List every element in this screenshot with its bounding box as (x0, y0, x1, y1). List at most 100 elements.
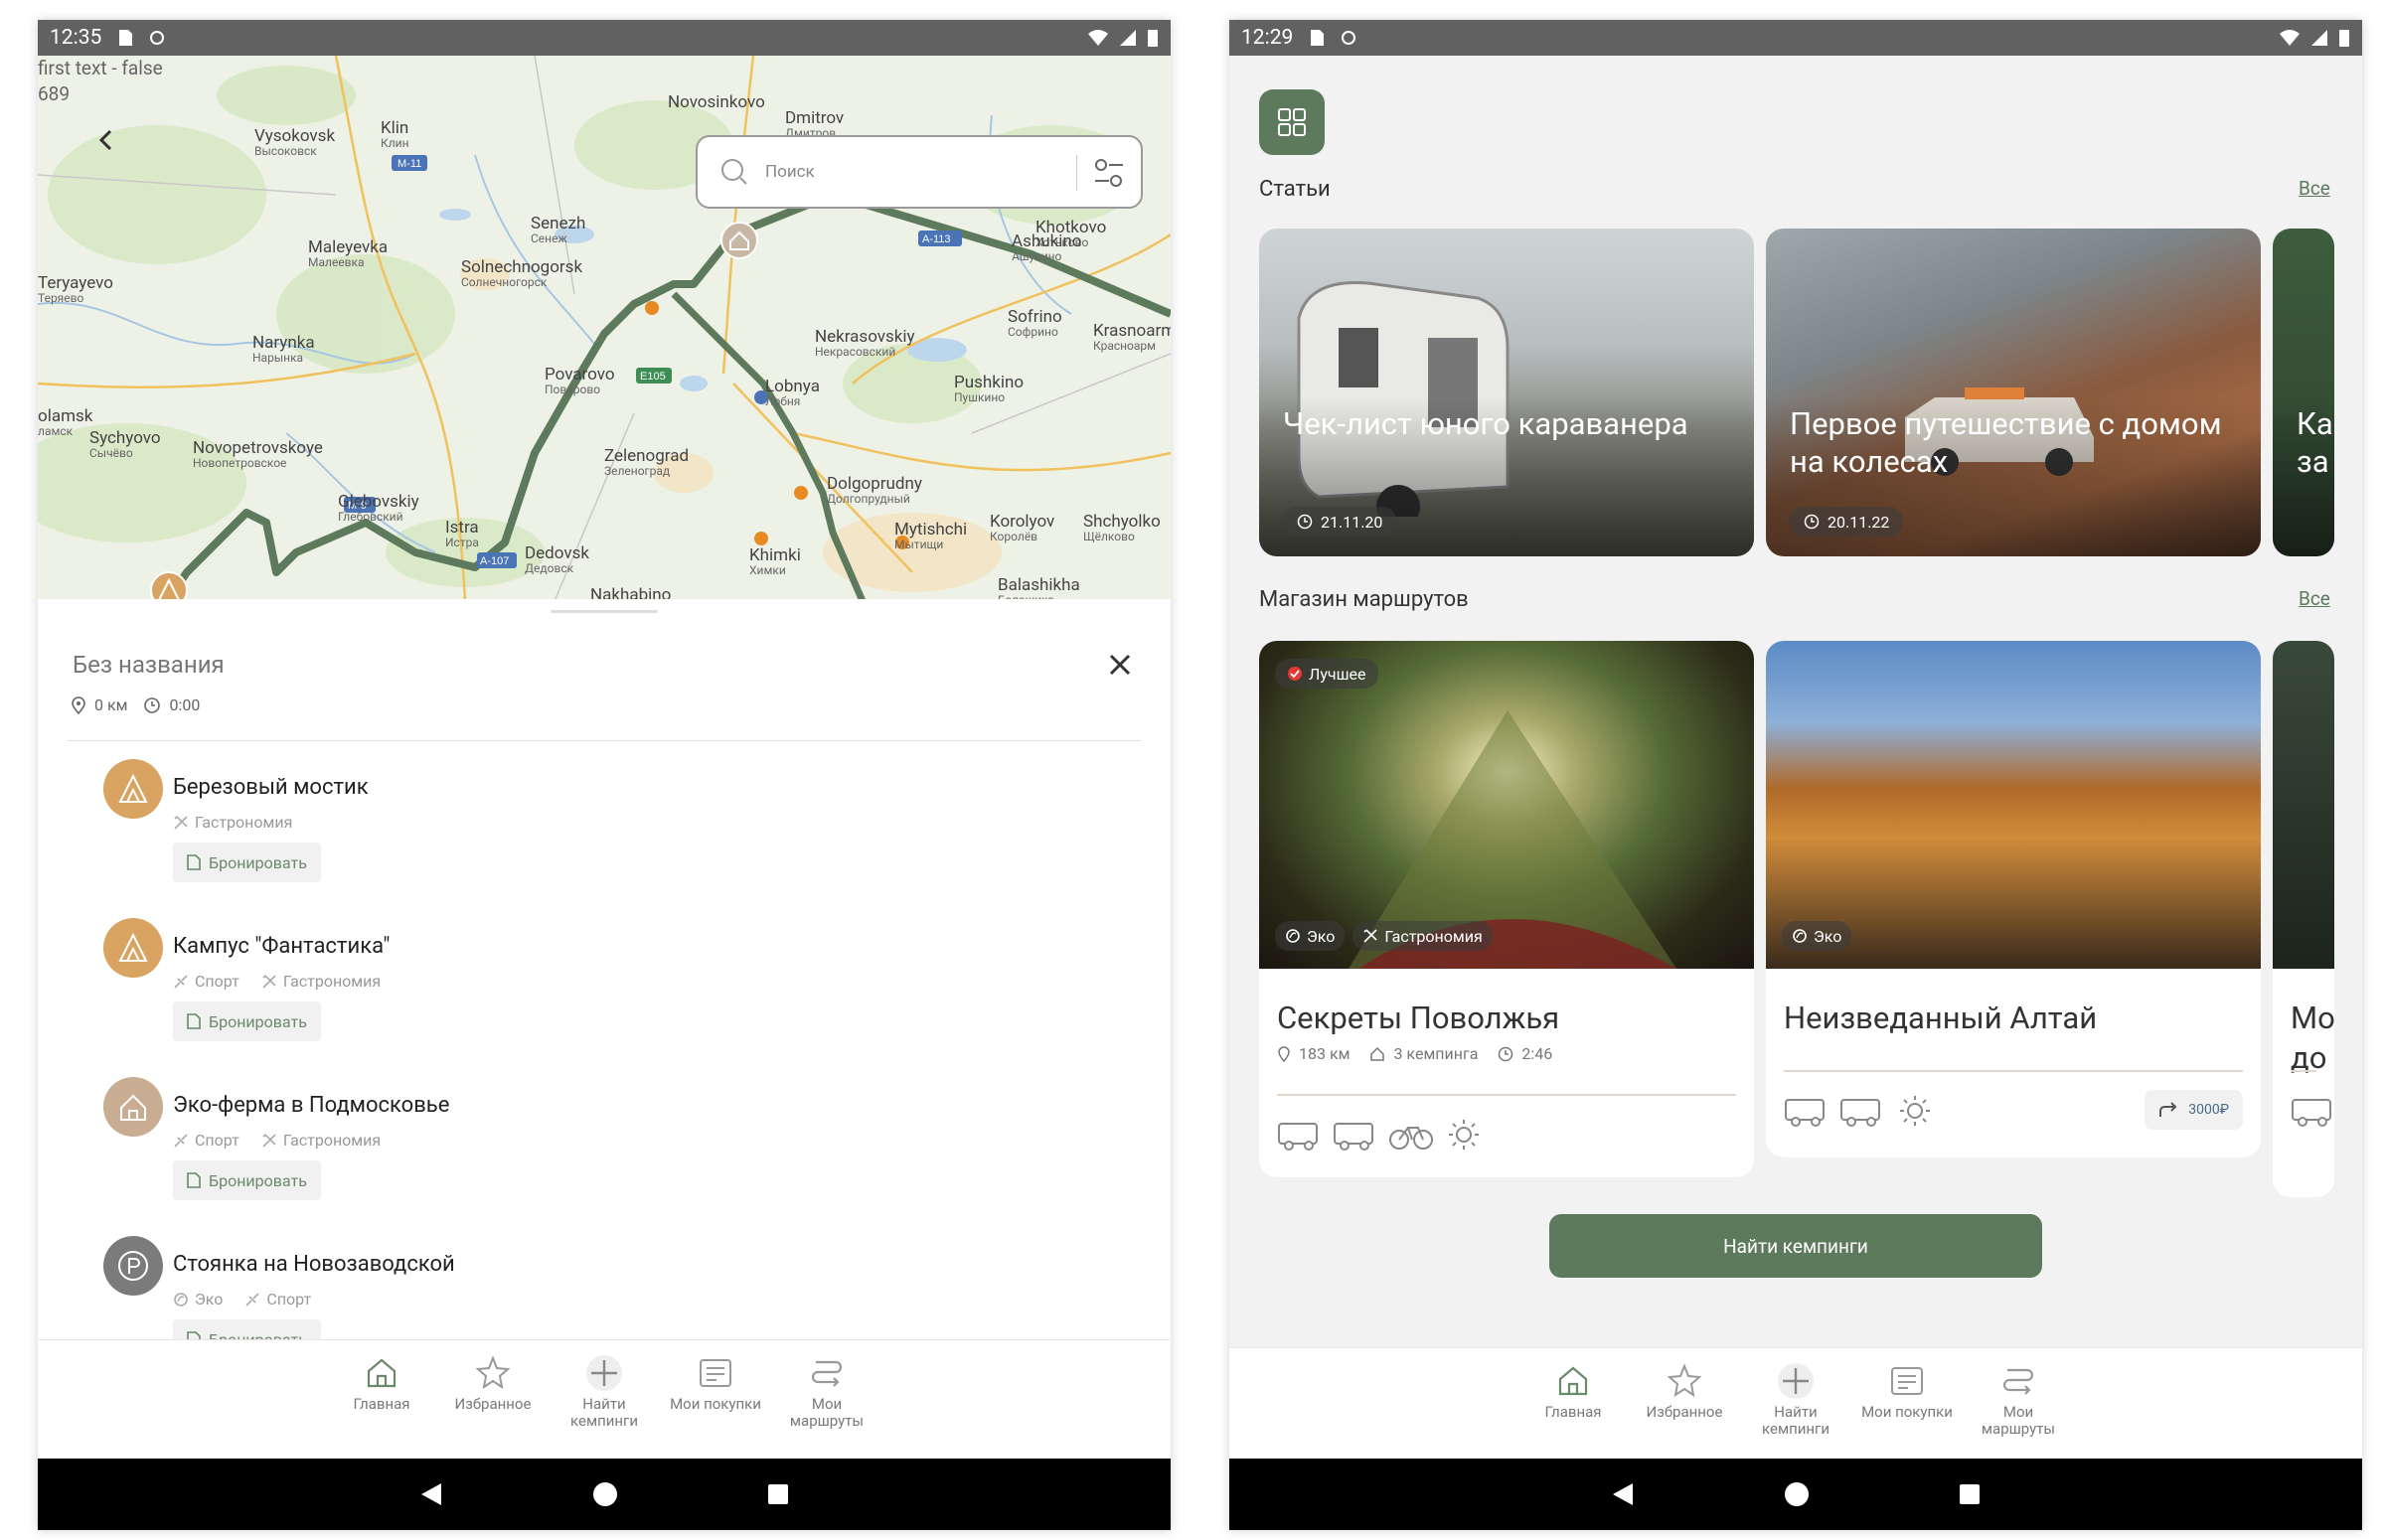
tab-label: Главная (353, 1395, 410, 1413)
shop-all-link[interactable]: Все (2299, 587, 2330, 610)
sheet-top (38, 599, 1171, 607)
route-tags: Эко (1782, 921, 1852, 951)
pin-icon (1277, 1045, 1291, 1062)
map-label-text: Mytishchi (894, 520, 968, 539)
tab-favorites[interactable]: Избранное (1639, 1362, 1730, 1459)
map-view[interactable]: M-11 A-113 E105 M-9 A-107 first text - f… (38, 56, 1171, 601)
home-circle-icon[interactable] (592, 1481, 618, 1507)
map-label: Narynka Нарынка (252, 334, 315, 365)
tab-label: Мои маршруты (1981, 1403, 2056, 1438)
map-label-local: Королёв (990, 530, 1038, 543)
tab-purchases[interactable]: Мои покупки (670, 1354, 761, 1459)
article-title: Первое путешествие с домом на колесах (1790, 405, 2222, 480)
articles-all-link[interactable]: Все (2299, 177, 2330, 200)
tab-home[interactable]: Главная (336, 1354, 427, 1459)
tab-my-routes[interactable]: Мои маршруты (781, 1354, 873, 1459)
home-circle-icon[interactable] (1784, 1481, 1810, 1507)
map-label-text: Lobnya (765, 377, 820, 396)
tag-icon (261, 1133, 277, 1149)
map-label-text: Korolyov (990, 512, 1055, 532)
book-button[interactable]: Бронировать (173, 843, 321, 882)
place-name: Березовый мостик (173, 775, 369, 800)
map-label-text: Sychyovo (89, 428, 161, 448)
tag-label: Спорт (195, 972, 239, 991)
route-card[interactable]: Мо до (2273, 641, 2334, 1197)
route-card[interactable]: Лучшее Эко Гастрономия Секреты Поволжья 183 … (1259, 641, 1754, 1177)
sheet-drag-handle[interactable] (551, 610, 658, 613)
map-label: olamsk ламск (38, 407, 92, 438)
document-icon (187, 854, 201, 870)
search-icon (721, 159, 747, 185)
route-meta: 183 км 3 кемпинга 2:46 (1277, 1044, 1552, 1063)
book-button[interactable]: Бронировать (173, 1160, 321, 1200)
route-divider (1784, 1070, 2243, 1072)
wifi-icon (1088, 30, 1108, 46)
route-time: 2:46 (1521, 1044, 1553, 1063)
tag-icon (173, 1292, 189, 1308)
bottom-tab-bar: Главная Избранное Найти кемпинги Мои покупк… (1229, 1347, 2362, 1459)
tag-label: Эко (1814, 926, 1842, 946)
map-label-local: Сенеж (531, 231, 567, 245)
map-label-local: ламск (38, 424, 74, 438)
close-icon[interactable] (1109, 654, 1131, 680)
map-pin-house-icon[interactable] (719, 221, 759, 264)
sd-card-icon (1309, 29, 1325, 47)
search-field[interactable]: Поиск (696, 135, 1143, 209)
tag-icon (244, 1292, 260, 1308)
filter-icon[interactable] (1093, 157, 1125, 194)
map-label: Senezh Сенеж (531, 215, 585, 245)
tag-icon (173, 1133, 189, 1149)
map-label-text: Shchyolko (1083, 512, 1161, 532)
tab-label: Мои покупки (670, 1395, 761, 1413)
tab-find-campings[interactable]: Найти кемпинги (1750, 1362, 1841, 1459)
article-title: Ка за (2297, 405, 2333, 480)
app-menu-button[interactable] (1259, 89, 1325, 155)
tab-find-campings[interactable]: Найти кемпинги (558, 1354, 650, 1459)
place-list: Березовый мостик Гастрономия Бронировать Ка… (66, 757, 1139, 1345)
article-card[interactable]: Чек-лист юного караванера 21.11.20 (1259, 229, 1754, 556)
clock-icon (1498, 1046, 1513, 1062)
map-label-local: Дедовск (525, 561, 574, 575)
article-card[interactable]: Первое путешествие с домом на колесах 20.… (1766, 229, 2261, 556)
route-card[interactable]: Эко Неизведанный Алтай 3000₽ (1766, 641, 2261, 1157)
receipt-icon (1888, 1362, 1926, 1404)
map-label-text: Sofrino (1008, 307, 1062, 327)
back-button[interactable] (81, 115, 131, 165)
back-triangle-icon[interactable] (1611, 1481, 1635, 1507)
list-item: Березовый мостик Гастрономия Бронировать (66, 757, 1139, 916)
tab-label: Мои покупки (1861, 1403, 1953, 1421)
caravan-icon (1839, 1094, 1885, 1128)
tab-label: Найти кемпинги (570, 1395, 638, 1430)
route-camps: 3 кемпинга (1393, 1044, 1479, 1063)
tent-illustration (1349, 710, 1676, 969)
route-tag: Эко (1275, 921, 1346, 951)
map-label-local: Лобня (765, 394, 801, 408)
clock-icon (1297, 514, 1313, 530)
route-distance: 0 км (94, 695, 128, 714)
tab-favorites[interactable]: Избранное (447, 1354, 539, 1459)
back-triangle-icon[interactable] (419, 1481, 443, 1507)
tab-label: Главная (1544, 1403, 1602, 1421)
route-title: Мо до (2291, 1000, 2334, 1076)
tag-label: Эко (195, 1290, 224, 1309)
map-label-text: Dedovsk (525, 543, 589, 563)
clock-icon (144, 696, 161, 713)
document-icon (187, 1172, 201, 1188)
tab-label: Избранное (1646, 1403, 1723, 1421)
map-label-text: Maleyevka (308, 237, 389, 257)
article-card[interactable]: Ка за (2273, 229, 2334, 556)
tab-home[interactable]: Главная (1527, 1362, 1619, 1459)
find-campings-button[interactable]: Найти кемпинги (1549, 1214, 2042, 1278)
recents-square-icon[interactable] (1959, 1483, 1981, 1505)
map-label: Balashikha Балашиха (998, 576, 1080, 601)
recents-square-icon[interactable] (767, 1483, 789, 1505)
price-tag[interactable]: 3000₽ (2145, 1090, 2243, 1130)
article-title: Чек-лист юного караванера (1283, 405, 1688, 442)
tab-my-routes[interactable]: Мои маршруты (1973, 1362, 2064, 1459)
map-label: Dedovsk Дедовск (525, 544, 589, 575)
book-button[interactable]: Бронировать (173, 1001, 321, 1041)
map-label-text: Novopetrovskoye (193, 438, 323, 458)
tab-purchases[interactable]: Мои покупки (1861, 1362, 1953, 1459)
map-label-text: Novosinkovo (668, 92, 765, 112)
map-pin-camp-icon[interactable] (149, 570, 189, 601)
